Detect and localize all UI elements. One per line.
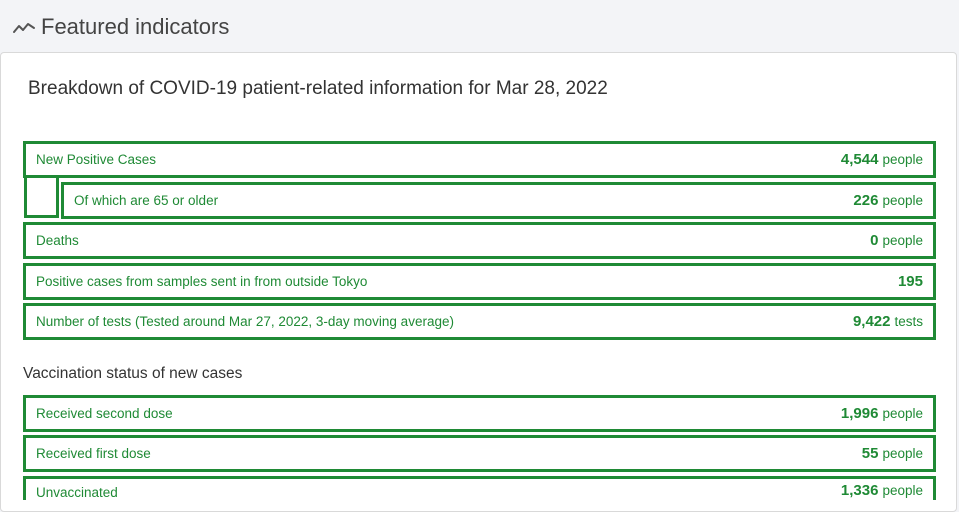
indicator-unit: tests [894, 313, 923, 329]
vaccination-unit: people [882, 483, 923, 498]
card-title: Breakdown of COVID-19 patient-related in… [28, 78, 608, 99]
indicator-65-or-older: Of which are 65 or older 226 people [61, 182, 936, 219]
vaccination-label: Received first dose [36, 446, 151, 461]
indicator-label: New Positive Cases [36, 152, 157, 167]
indicator-deaths: Deaths 0 people [23, 222, 936, 259]
vaccination-unit: people [882, 405, 923, 421]
indicator-value: 9,422 [852, 312, 891, 330]
vaccination-label: Received second dose [36, 406, 173, 421]
vaccination-first-dose: Received first dose 55 people [23, 435, 936, 472]
indicator-label: Number of tests (Tested around Mar 27, 2… [36, 314, 454, 329]
section-title: Featured indicators [41, 14, 230, 39]
vaccination-second-dose: Received second dose 1,996 people [23, 395, 936, 432]
vaccination-unvaccinated: Unvaccinated 1,336 people [23, 476, 936, 500]
indicator-unit: people [882, 192, 923, 208]
indicator-label: Of which are 65 or older [74, 193, 219, 208]
trend-chart-icon [12, 19, 36, 35]
indicator-value: 4,544 [840, 150, 879, 168]
row-connector [24, 172, 59, 218]
indicator-number-of-tests: Number of tests (Tested around Mar 27, 2… [23, 303, 936, 340]
indicator-value: 226 [853, 191, 879, 209]
vaccination-label: Unvaccinated [36, 485, 118, 500]
indicator-label: Deaths [36, 233, 79, 248]
indicator-value: 195 [897, 272, 923, 290]
indicator-new-positive-cases: New Positive Cases 4,544 people [23, 141, 936, 178]
indicator-outside-tokyo: Positive cases from samples sent in from… [23, 263, 936, 300]
indicator-value: 0 [870, 231, 879, 249]
vaccination-unit: people [882, 445, 923, 461]
vaccination-value: 1,336 [840, 482, 879, 499]
vaccination-value: 55 [861, 444, 879, 462]
indicator-label: Positive cases from samples sent in from… [36, 274, 368, 289]
vaccination-heading: Vaccination status of new cases [23, 365, 243, 382]
section-header: Featured indicators [12, 13, 229, 41]
indicator-unit: people [882, 232, 923, 248]
vaccination-value: 1,996 [840, 404, 879, 422]
indicator-unit: people [882, 151, 923, 167]
